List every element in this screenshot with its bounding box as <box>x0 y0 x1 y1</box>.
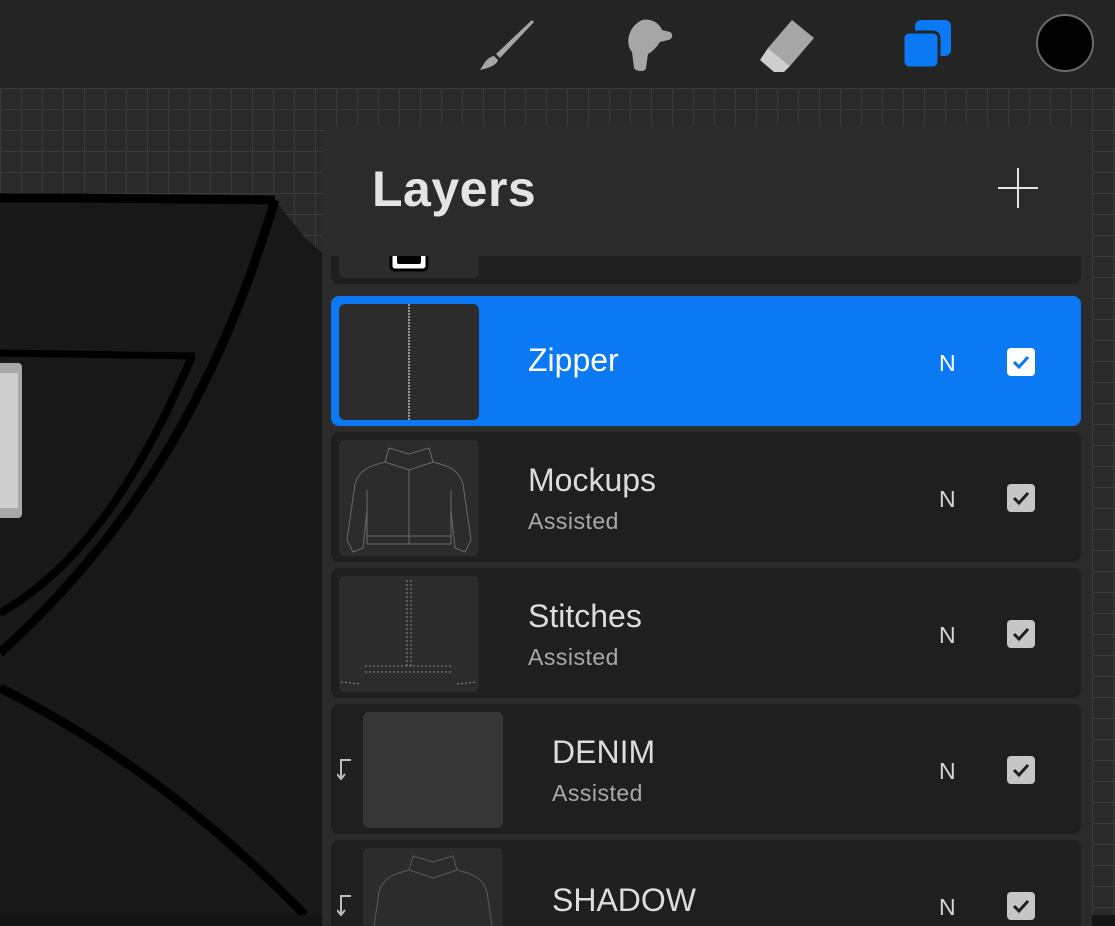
layer-name: Stitches <box>528 598 642 634</box>
checkmark-icon <box>1012 491 1030 505</box>
blend-mode-button[interactable]: N <box>939 486 956 513</box>
blend-mode-button[interactable]: N <box>939 622 956 649</box>
layer-name: Zipper <box>528 342 619 378</box>
layer-thumbnail <box>339 576 479 692</box>
brush-icon <box>480 20 534 70</box>
layer-row[interactable] <box>331 256 1081 284</box>
visibility-checkbox[interactable] <box>1007 620 1035 648</box>
brush-tool-button[interactable] <box>474 14 538 74</box>
layer-thumbnail <box>363 848 503 926</box>
layer-subtitle: Assisted <box>552 780 643 806</box>
eraser-icon <box>760 20 814 72</box>
checkmark-icon <box>1012 763 1030 777</box>
blend-mode-button[interactable]: N <box>939 350 956 377</box>
layers-header: Layers <box>322 126 1092 256</box>
panel-title: Layers <box>372 161 537 217</box>
layer-subtitle: Assisted <box>528 508 619 534</box>
checkmark-icon <box>1012 355 1030 369</box>
layers-panel: Layers Zipper N Mockups Assisted N Stitc… <box>322 126 1092 926</box>
smudge-tool-button[interactable] <box>616 14 680 74</box>
checkmark-icon <box>1012 627 1030 641</box>
layer-name: SHADOW <box>552 882 696 918</box>
layer-row-mockups[interactable]: Mockups Assisted N <box>331 432 1081 562</box>
visibility-checkbox[interactable] <box>1007 756 1035 784</box>
layer-subtitle: Assisted <box>528 644 619 670</box>
layers-list: Zipper N Mockups Assisted N Stitches Ass… <box>322 256 1092 926</box>
blend-mode-button[interactable]: N <box>939 894 956 921</box>
color-picker-swatch[interactable] <box>1036 14 1094 72</box>
visibility-checkbox[interactable] <box>1007 892 1035 920</box>
layer-thumbnail <box>363 712 503 828</box>
visibility-checkbox[interactable] <box>1007 484 1035 512</box>
visibility-checkbox[interactable] <box>1007 348 1035 376</box>
checkmark-icon <box>1012 899 1030 913</box>
smudge-icon <box>628 19 673 71</box>
blend-mode-button[interactable]: N <box>939 758 956 785</box>
eraser-tool-button[interactable] <box>756 14 820 74</box>
layer-row-denim[interactable]: DENIM Assisted N <box>331 704 1081 834</box>
top-toolbar <box>0 0 1115 88</box>
layers-tool-button[interactable] <box>894 14 958 74</box>
layer-name: DENIM <box>552 734 656 770</box>
layer-thumbnail <box>339 304 479 420</box>
artwork-jacket <box>0 193 340 915</box>
layer-row-shadow[interactable]: SHADOW N <box>331 840 1081 926</box>
clipping-mask-icon <box>337 895 351 916</box>
layer-row-stitches[interactable]: Stitches Assisted N <box>331 568 1081 698</box>
layer-row-zipper[interactable]: Zipper N <box>331 296 1081 426</box>
layers-icon <box>901 20 951 70</box>
clipping-mask-icon <box>337 759 351 780</box>
layer-thumbnail <box>339 256 479 278</box>
layer-thumbnail <box>339 440 479 556</box>
plus-icon[interactable] <box>998 168 1038 208</box>
layer-name: Mockups <box>528 462 657 498</box>
